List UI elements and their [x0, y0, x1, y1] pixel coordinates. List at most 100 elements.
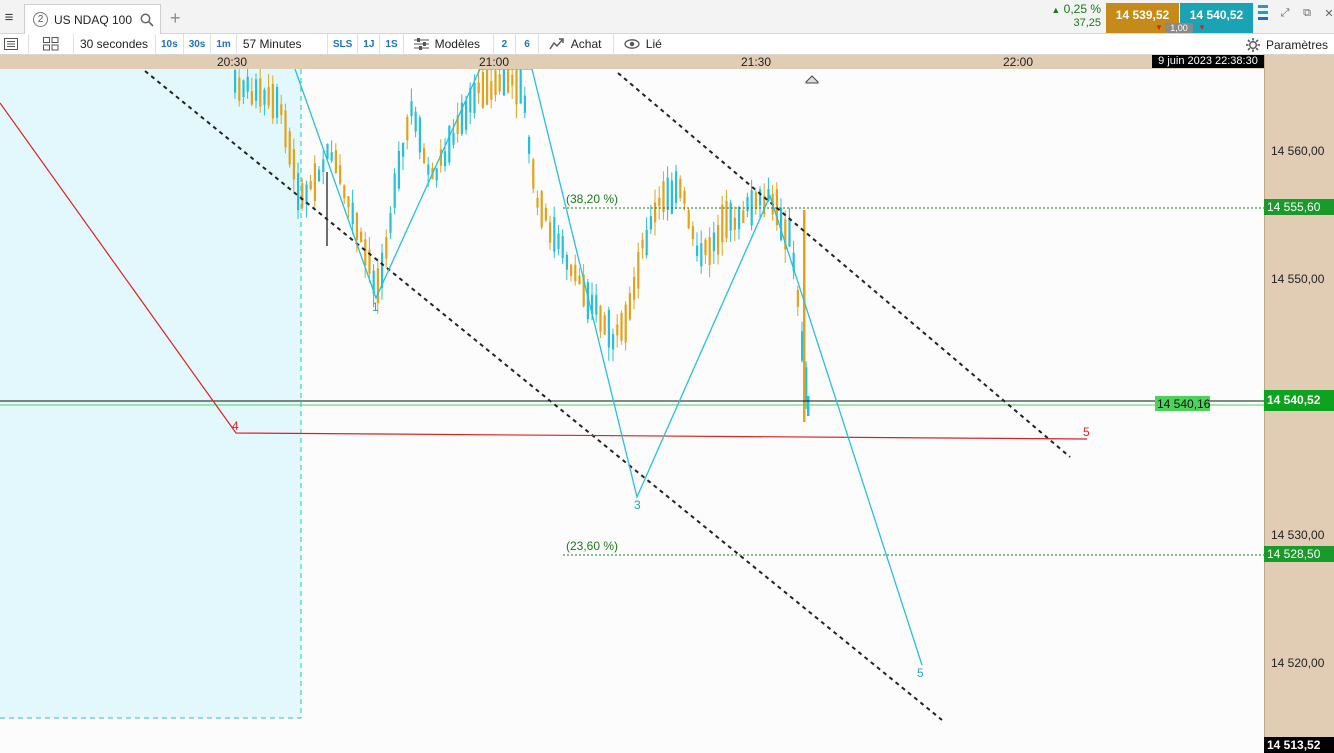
chart-area[interactable]: 14 540,16 (38,20 %) (23,60 %) 4 5 1 3 5 — [0, 69, 1264, 753]
models-button[interactable]: Modèles — [404, 33, 494, 55]
candle-body — [721, 204, 724, 243]
candle-body — [502, 70, 505, 96]
color-bars-icon[interactable] — [1256, 5, 1270, 20]
settings-button[interactable]: Paramètres — [1245, 34, 1328, 55]
linked-button[interactable]: Lié — [614, 34, 674, 55]
candle-body — [687, 210, 690, 229]
candle-body — [309, 181, 312, 190]
candle-body — [696, 245, 699, 256]
candle-body — [343, 185, 346, 199]
candle-body — [418, 117, 421, 153]
candle-body — [507, 70, 510, 93]
crosshair-datetime: 9 juin 2023 22:38:30 — [1152, 55, 1264, 68]
range-sls[interactable]: SLS — [328, 33, 359, 55]
candle-body — [649, 216, 652, 230]
close-icon[interactable]: ✕ — [1322, 6, 1334, 20]
search-icon[interactable] — [140, 13, 154, 27]
candle-body — [805, 367, 808, 402]
candle-body — [389, 213, 392, 233]
candle-body — [553, 217, 556, 252]
candle-body — [549, 222, 552, 243]
candle-body — [292, 149, 295, 180]
candle-body — [712, 232, 715, 252]
candle-body — [670, 180, 673, 214]
list-view-icon[interactable] — [0, 33, 29, 55]
add-tab-button[interactable]: + — [170, 8, 181, 29]
candle-body — [700, 243, 703, 267]
candle-body — [654, 202, 657, 223]
time-label-2200: 22:00 — [1002, 55, 1034, 69]
candle-body — [523, 95, 526, 113]
candle-body — [666, 177, 669, 211]
chart-toolbar: 30 secondes 10s 30s 1m 57 Minutes SLS 1J… — [0, 33, 1334, 55]
candle-body — [347, 196, 350, 208]
cyan-wave-label-5: 5 — [917, 666, 924, 680]
buy-button[interactable]: Achat — [539, 33, 614, 55]
candle-body — [305, 184, 308, 205]
candle-body — [477, 82, 480, 94]
interval-30s[interactable]: 30s — [184, 33, 212, 55]
candle-body — [801, 331, 804, 361]
time-label-2100: 21:00 — [478, 55, 510, 69]
interval-selector[interactable]: 30 secondes — [74, 33, 156, 55]
candle-body — [250, 91, 253, 105]
current-price-tag: 14 540,52 — [1264, 390, 1334, 411]
candle-body — [234, 70, 237, 93]
range-1s[interactable]: 1S — [380, 33, 404, 55]
candle-body — [637, 252, 640, 289]
candle-body — [754, 192, 757, 210]
range-1j[interactable]: 1J — [358, 33, 381, 55]
price-label-14530: 14 530,00 — [1271, 528, 1325, 542]
candle-body — [473, 82, 476, 114]
candle-body — [704, 239, 707, 256]
candle-body — [603, 315, 606, 335]
interval-10s[interactable]: 10s — [156, 33, 184, 55]
candle-body — [528, 136, 531, 154]
candle-body — [599, 306, 602, 332]
fib-upper-price-tag: 14 555,60 — [1264, 199, 1334, 215]
hamburger-menu-icon[interactable]: ≡ — [0, 5, 18, 29]
candle-body — [675, 171, 678, 203]
cyan-wave-label-3: 3 — [634, 498, 641, 512]
range-selector[interactable]: 57 Minutes — [237, 33, 328, 55]
candle-body — [616, 324, 619, 336]
expand-icon[interactable]: ⤢ — [1278, 6, 1292, 20]
candle-body — [628, 293, 631, 320]
candle-body — [796, 290, 799, 307]
candle-body — [393, 173, 396, 208]
layout-2[interactable]: 2 — [494, 33, 517, 55]
candle-body — [271, 83, 274, 119]
candle-body — [570, 264, 573, 276]
candle-body — [448, 125, 451, 163]
price-label-14560: 14 560,00 — [1271, 144, 1325, 158]
candle-body — [334, 150, 337, 173]
candle-body — [402, 142, 405, 157]
candle-body — [519, 70, 522, 104]
change-stats: ▲ 0,25 % 37,25 — [1043, 3, 1105, 33]
tab-us-ndaq-100[interactable]: 2 US NDAQ 100 — [24, 4, 161, 34]
candle-body — [691, 226, 694, 239]
linked-label: Lié — [645, 37, 662, 51]
candle-body — [633, 276, 636, 300]
spread-up-arrow-icon: ▼ — [1198, 23, 1206, 32]
popout-icon[interactable]: ⧉ — [1300, 6, 1314, 20]
buy-label: Achat — [570, 37, 602, 51]
interval-1m[interactable]: 1m — [211, 33, 237, 55]
candle-body — [351, 202, 354, 225]
candle-body — [536, 197, 539, 208]
tab-title: US NDAQ 100 — [54, 12, 133, 27]
candle-body — [565, 254, 568, 270]
candle-body — [486, 70, 489, 105]
candle-body — [397, 150, 400, 189]
candle-body — [607, 310, 610, 348]
red-wave-label-5: 5 — [1083, 425, 1090, 439]
candle-body — [742, 210, 745, 224]
chart-canvas[interactable]: 14 540,16 (38,20 %) (23,60 %) 4 5 1 3 5 — [0, 69, 1264, 753]
change-percent: 0,25 % — [1063, 2, 1101, 16]
spread-down-arrow-icon: ▼ — [1155, 23, 1163, 32]
candle-body — [435, 168, 438, 181]
layout-grid-icon[interactable] — [29, 33, 74, 55]
layout-6[interactable]: 6 — [516, 33, 539, 55]
candle-body — [414, 111, 417, 132]
candle-body — [259, 78, 262, 107]
